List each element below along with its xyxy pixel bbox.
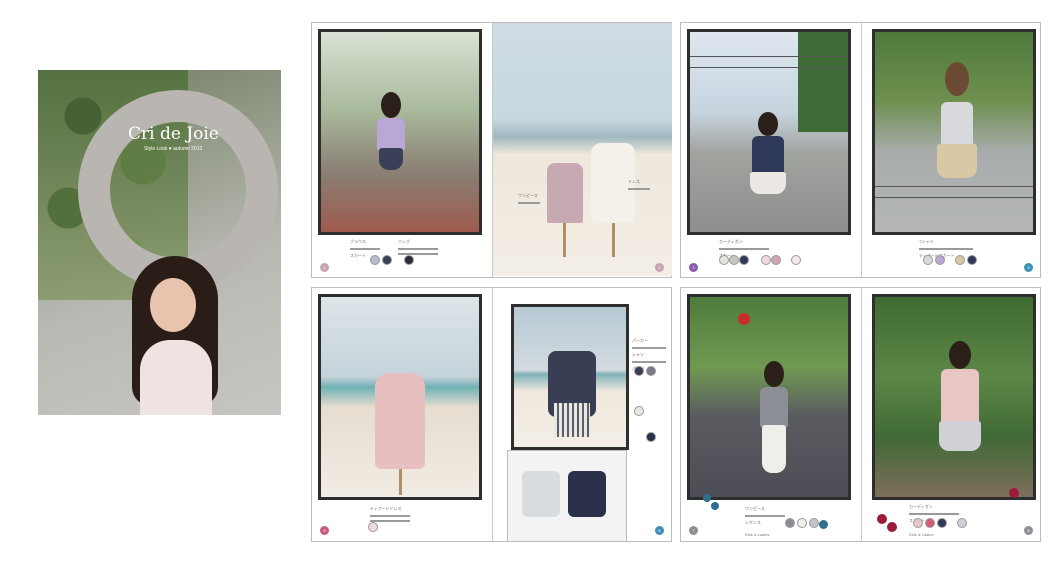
swatch-navy[interactable] <box>646 432 656 442</box>
swatch-rose[interactable] <box>925 518 935 528</box>
page-number-badge: 8 <box>1024 526 1033 535</box>
page-number-badge: 2 <box>655 263 664 272</box>
catalog-cover[interactable]: Cri de Joie Style Look ♥ autumn 2013 <box>38 70 281 415</box>
page-fold <box>861 288 862 541</box>
photo-girl-arms-out <box>872 29 1036 235</box>
photo-polo-shirts <box>507 450 627 542</box>
cover-model-photo <box>120 256 232 415</box>
grape-icon <box>711 502 719 510</box>
photo-girl-street <box>687 294 851 500</box>
caption-right: ワンピース <box>518 193 540 207</box>
spread-4[interactable]: ワンピース レギンス 7 カーディガン スカート Kids & Ladies K… <box>680 287 1041 542</box>
swatch-navy[interactable] <box>634 366 644 376</box>
swatch-navy[interactable] <box>739 255 749 265</box>
grape-icon <box>703 494 711 502</box>
photo-beach-mannequins <box>493 23 672 276</box>
music-notes-graphic <box>690 56 848 68</box>
caption-left-2: バッグ <box>398 239 438 258</box>
spread-1[interactable]: ブラウス スカート バッグ 1 ワンピース ドレス 2 <box>311 22 672 278</box>
caption-right-2: ドレス <box>628 179 650 193</box>
spread-3[interactable]: ティアードドレス 5 パーカー シャツ パンツ 6 <box>311 287 672 542</box>
caption-left: ワンピース レギンス <box>745 506 785 526</box>
swatch-grey[interactable] <box>923 255 933 265</box>
swatch-grey[interactable] <box>729 255 739 265</box>
swatch-lilac[interactable] <box>935 255 945 265</box>
page-number-badge: 1 <box>320 263 329 272</box>
swatch-beige[interactable] <box>955 255 965 265</box>
page-number-badge: 3 <box>689 263 698 272</box>
page-number-badge: 7 <box>689 526 698 535</box>
grape-icon <box>1009 488 1019 498</box>
grape-icon <box>819 520 828 529</box>
page-number-badge: 4 <box>1024 263 1033 272</box>
photo-mannequin-vest <box>511 304 629 450</box>
swatch-white[interactable] <box>791 255 801 265</box>
page-number-badge: 6 <box>655 526 664 535</box>
photo-girl-looking-up <box>687 29 851 235</box>
swatch-ivory[interactable] <box>719 255 729 265</box>
swatch-silver[interactable] <box>809 518 819 528</box>
swatch-pink[interactable] <box>913 518 923 528</box>
page-fold <box>492 288 493 541</box>
cover-title: Cri de Joie <box>128 124 219 144</box>
swatch-stripe[interactable] <box>957 518 967 528</box>
brand-label: Kids & Ladies <box>909 532 934 537</box>
photo-girl-ivy-wall <box>872 294 1036 500</box>
page-number-badge: 5 <box>320 526 329 535</box>
swatch-check[interactable] <box>634 406 644 416</box>
swatch-navy[interactable] <box>382 255 392 265</box>
spread-2[interactable]: カーディガン スカート 3 Tシャツ ティアードスカート 4 <box>680 22 1041 278</box>
swatch-lavender[interactable] <box>370 255 380 265</box>
photo-girl-with-bag <box>318 29 482 235</box>
swatch-navy[interactable] <box>967 255 977 265</box>
grape-icon <box>877 514 887 524</box>
page-fold <box>861 23 862 277</box>
swatch-navy[interactable] <box>937 518 947 528</box>
swatch-white[interactable] <box>797 518 807 528</box>
swatch-grey[interactable] <box>785 518 795 528</box>
brand-label: Kids & Ladies <box>745 532 770 537</box>
swatch-pink[interactable] <box>761 255 771 265</box>
swatch-grey[interactable] <box>646 366 656 376</box>
swatch-pink[interactable] <box>368 522 378 532</box>
swatch-rose[interactable] <box>771 255 781 265</box>
swatch-black[interactable] <box>404 255 414 265</box>
photo-beach-tiered-dress <box>318 294 482 500</box>
cover-subtitle: Style Look ♥ autumn 2013 <box>144 146 203 152</box>
grape-icon <box>887 522 897 532</box>
